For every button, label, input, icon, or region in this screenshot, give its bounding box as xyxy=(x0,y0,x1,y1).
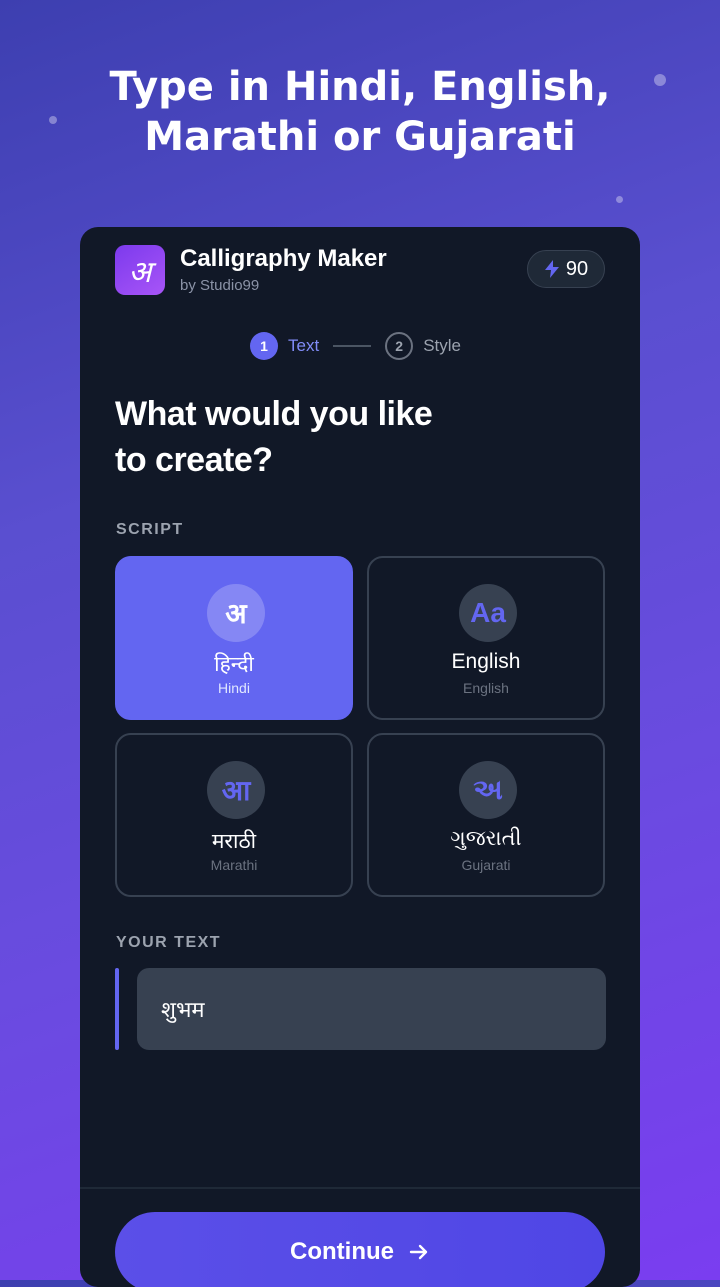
title-line-1: What would you like xyxy=(115,395,433,433)
promo-headline: Type in Hindi, English, Marathi or Gujar… xyxy=(0,62,720,162)
script-option-english[interactable]: Aa English English xyxy=(367,556,605,720)
step-connector xyxy=(333,345,372,347)
script-latin-name: English xyxy=(463,680,509,696)
step-1-number: 1 xyxy=(250,332,278,360)
calligraphy-a-icon: अ xyxy=(115,245,165,295)
english-glyph-icon: Aa xyxy=(459,584,517,642)
page-title: What would you like to create? xyxy=(115,391,433,483)
decorative-dot xyxy=(616,196,623,203)
script-option-marathi[interactable]: आ मराठी Marathi xyxy=(115,733,353,897)
script-latin-name: Marathi xyxy=(210,857,258,873)
script-option-hindi[interactable]: अ हिन्दी Hindi xyxy=(115,556,353,720)
credits-count: 90 xyxy=(565,257,589,280)
script-section-label: SCRIPT xyxy=(116,521,184,538)
script-native-name: ગુજરાતી xyxy=(450,827,522,850)
step-1-label: Text xyxy=(288,336,320,355)
continue-button[interactable]: Continue xyxy=(115,1212,605,1287)
app-title: Calligraphy Maker xyxy=(180,245,387,272)
gujarati-glyph-icon: અ xyxy=(459,761,517,819)
input-accent-bar xyxy=(115,968,119,1050)
step-2-number: 2 xyxy=(385,332,414,360)
script-latin-name: Hindi xyxy=(218,680,250,696)
script-native-name: हिन्दी xyxy=(214,653,254,676)
title-line-2: to create? xyxy=(115,441,273,479)
lightning-icon xyxy=(544,260,559,278)
script-option-gujarati[interactable]: અ ગુજરાતી Gujarati xyxy=(367,733,605,897)
step-indicator: 1 Text 2 Style xyxy=(250,331,461,361)
headline-line-2: Marathi or Gujarati xyxy=(144,114,576,160)
app-card: अ Calligraphy Maker by Studio99 90 1 Tex… xyxy=(80,227,640,1287)
script-native-name: मराठी xyxy=(211,830,257,853)
text-input[interactable] xyxy=(137,968,606,1050)
arrow-right-icon xyxy=(409,1244,428,1260)
continue-label: Continue xyxy=(290,1238,394,1265)
footer-divider xyxy=(80,1187,640,1189)
step-2-label: Style xyxy=(423,336,461,355)
text-section-label: YOUR TEXT xyxy=(116,934,222,951)
script-native-name: English xyxy=(451,650,521,673)
marathi-glyph-icon: आ xyxy=(207,761,265,819)
hindi-glyph-icon: अ xyxy=(207,584,265,642)
app-publisher: by Studio99 xyxy=(180,277,260,294)
credits-badge[interactable]: 90 xyxy=(527,250,605,288)
script-latin-name: Gujarati xyxy=(461,857,511,873)
headline-line-1: Type in Hindi, English, xyxy=(109,64,611,110)
